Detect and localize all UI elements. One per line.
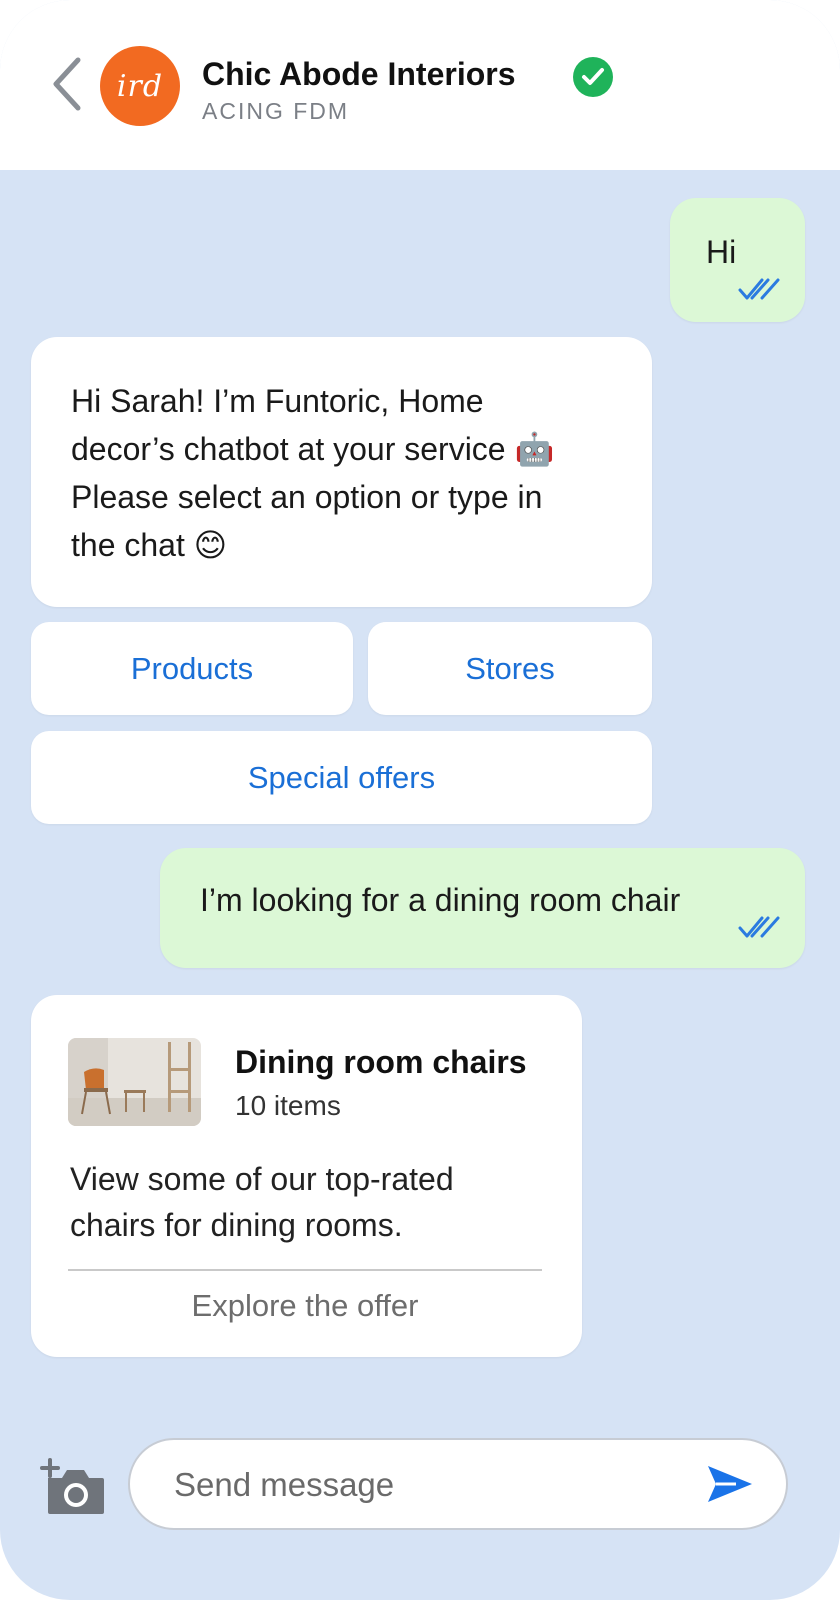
send-icon[interactable] <box>706 1462 754 1506</box>
page-title: Chic Abode Interiors <box>202 56 516 92</box>
option-stores-button[interactable]: Stores <box>368 622 652 715</box>
avatar-logo-text: ird <box>116 68 164 104</box>
option-special-offers-button[interactable]: Special offers <box>31 731 652 824</box>
read-receipt-icon <box>738 916 780 938</box>
avatar[interactable]: ird <box>100 46 180 126</box>
outgoing-message: Hi <box>670 198 805 322</box>
message-line: decor’s chatbot at your service 🤖 <box>71 431 555 467</box>
chat-header: ird Chic Abode Interiors ACING FDM <box>0 0 840 170</box>
verified-check-icon <box>573 57 613 97</box>
message-line: Hi Sarah! I’m Funtoric, Home <box>71 383 484 419</box>
outgoing-message: I’m looking for a dining room chair <box>160 848 805 968</box>
option-products-button[interactable]: Products <box>31 622 353 715</box>
chevron-left-icon[interactable] <box>48 54 88 114</box>
card-item-count: 10 items <box>235 1090 341 1121</box>
card-title: Dining room chairs <box>235 1044 527 1080</box>
header-subtitle: ACING FDM <box>202 98 350 124</box>
message-line: Please select an option or type in <box>71 479 543 515</box>
message-input[interactable] <box>172 1458 676 1512</box>
add-photo-camera-icon[interactable] <box>40 1458 106 1516</box>
card-description-line: View some of our top-rated <box>70 1161 454 1197</box>
chat-screen: ird Chic Abode Interiors ACING FDM Hi Hi… <box>0 0 840 1600</box>
card-description-line: chairs for dining rooms. <box>70 1207 403 1243</box>
product-thumbnail-image[interactable] <box>68 1038 201 1126</box>
card-description: View some of our top-rated chairs for di… <box>70 1156 540 1248</box>
message-text: Hi Sarah! I’m Funtoric, Home decor’s cha… <box>71 377 554 569</box>
read-receipt-icon <box>738 278 780 300</box>
message-text: I’m looking for a dining room chair <box>200 882 681 918</box>
message-text: Hi <box>706 234 737 270</box>
card-divider <box>68 1269 542 1271</box>
explore-offer-button[interactable]: Explore the offer <box>68 1288 542 1324</box>
message-line: the chat 😊 <box>71 527 228 563</box>
incoming-message: Hi Sarah! I’m Funtoric, Home decor’s cha… <box>31 337 652 607</box>
